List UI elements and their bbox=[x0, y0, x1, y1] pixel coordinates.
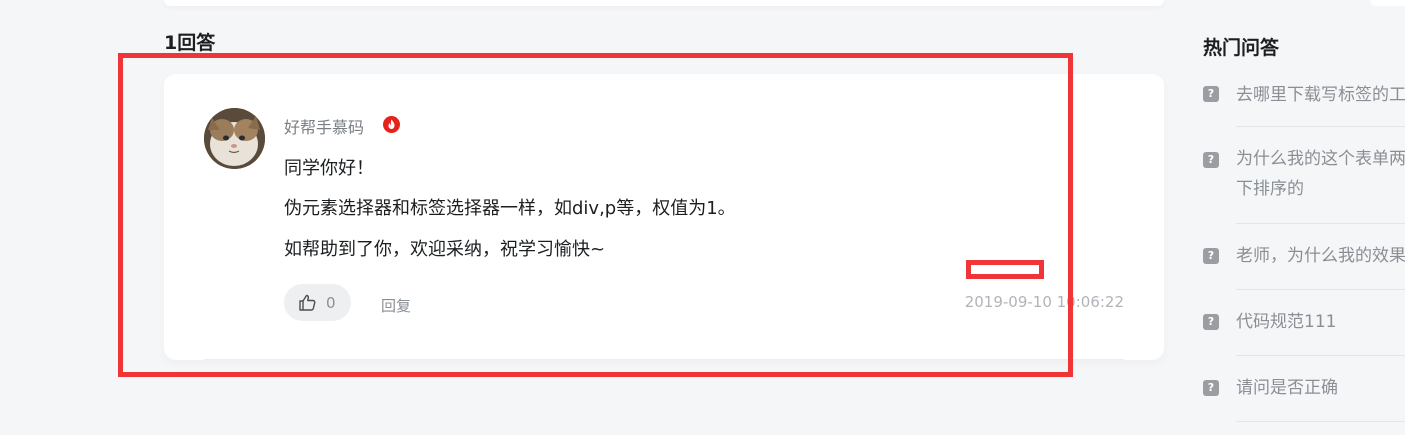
reply-button[interactable]: 回复 bbox=[381, 295, 411, 316]
question-icon: ? bbox=[1203, 86, 1219, 102]
hot-question-item[interactable]: ? 请问是否正确 bbox=[1203, 356, 1405, 422]
hot-flame-icon bbox=[383, 116, 400, 133]
list-divider bbox=[1236, 421, 1405, 422]
like-count: 0 bbox=[326, 293, 336, 312]
username[interactable]: 好帮手慕码 bbox=[284, 114, 364, 138]
question-icon: ? bbox=[1203, 248, 1219, 264]
hot-questions-title: 热门问答 bbox=[1203, 37, 1280, 59]
question-icon: ? bbox=[1203, 380, 1219, 396]
answer-text-line: 如帮助到了你，欢迎采纳，祝学习愉快~ bbox=[284, 239, 606, 260]
hot-question-item[interactable]: ? 老师，为什么我的效果 bbox=[1203, 224, 1405, 290]
hot-question-item[interactable]: ? 去哪里下载写标签的工 bbox=[1203, 62, 1405, 127]
answer-card: 好帮手慕码 同学你好！ 伪元素选择器和标签选择器一样，如div,p等，权值为1。… bbox=[164, 74, 1164, 360]
thumbs-up-icon bbox=[299, 294, 316, 311]
answer-text-line: 伪元素选择器和标签选择器一样，如div,p等，权值为1。 bbox=[284, 198, 736, 219]
avatar[interactable] bbox=[204, 108, 265, 169]
cat-avatar-image bbox=[204, 108, 265, 169]
hot-question-item[interactable]: ? 代码规范111 bbox=[1203, 290, 1405, 356]
answer-count-heading: 1回答 bbox=[164, 32, 216, 54]
question-icon: ? bbox=[1203, 152, 1219, 168]
card-divider bbox=[204, 359, 1124, 360]
hot-questions-list: ? 去哪里下载写标签的工 ? 为什么我的这个表单两 下排序的 ? 老师，为什么我… bbox=[1203, 62, 1405, 422]
sidebar-card-edge bbox=[1370, 0, 1405, 6]
hot-question-item[interactable]: ? 为什么我的这个表单两 下排序的 bbox=[1203, 127, 1405, 224]
like-button[interactable]: 0 bbox=[284, 284, 351, 321]
answer-timestamp: 2019-09-10 10:06:22 bbox=[964, 293, 1124, 311]
question-icon: ? bbox=[1203, 314, 1219, 330]
answer-text-line: 同学你好！ bbox=[284, 158, 374, 179]
previous-card-edge bbox=[164, 0, 1164, 6]
